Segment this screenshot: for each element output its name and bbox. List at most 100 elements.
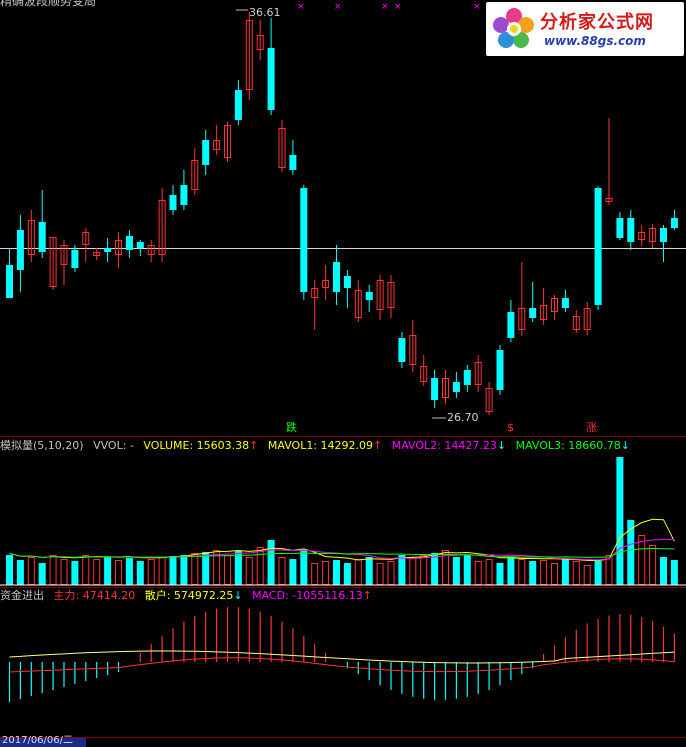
volume-bar — [104, 557, 112, 585]
volume-bar — [6, 555, 13, 585]
volume-bar — [660, 557, 667, 585]
candle-body — [496, 350, 504, 390]
macd-panel-header: 资金进出 主力: 47414.20 散户: 574972.25↓ MACD: -… — [0, 589, 372, 603]
volume-bar — [333, 560, 340, 585]
volume-bar — [485, 559, 493, 585]
volume-bar — [180, 555, 188, 585]
volume-bar — [594, 561, 602, 585]
cross-marker: × — [381, 2, 389, 12]
cross-marker: × — [297, 2, 305, 12]
candle-body — [267, 48, 275, 110]
volume-bar — [202, 552, 210, 585]
volume-bar — [82, 555, 90, 585]
watermark-url: www.88gs.com — [544, 34, 646, 48]
volume-bar — [267, 540, 275, 585]
volume-bar — [289, 559, 297, 585]
candle-body — [202, 140, 210, 165]
candle-body — [333, 262, 340, 292]
volume-bar — [16, 560, 24, 585]
candle-body — [71, 250, 79, 268]
volume-bar — [71, 561, 79, 585]
candle-body — [452, 382, 460, 392]
flower-logo-icon — [493, 8, 534, 48]
watermark-title: 分析家公式网 — [540, 12, 654, 33]
volume-bar — [670, 560, 678, 585]
volume-bar — [191, 553, 199, 585]
up-arrow-icon: ↑ — [373, 439, 383, 452]
volume-bar — [649, 545, 657, 585]
volume-bar — [49, 555, 57, 585]
volume-bar — [322, 561, 330, 585]
up-arrow-icon: ↑ — [362, 589, 372, 602]
volume-bar — [409, 557, 417, 585]
volume-ma-line — [9, 518, 675, 562]
macd-indicator-name: 资金进出 — [0, 589, 44, 602]
down-arrow-icon: ↓ — [496, 439, 507, 452]
candlestick-series — [6, 12, 678, 415]
volume-bar — [420, 555, 428, 585]
cross-marker: × — [334, 2, 342, 12]
volume-bar — [354, 559, 362, 585]
volume-bar — [93, 559, 101, 585]
signal-down-label: 跌 — [286, 421, 297, 434]
cross-marker: × — [473, 2, 481, 12]
volume-bar — [398, 555, 406, 585]
down-arrow-icon: ↓ — [233, 589, 243, 602]
candle-body — [169, 195, 177, 210]
volume-bar — [540, 560, 548, 585]
volume-bar — [605, 555, 613, 585]
top-markers: × × × × × — [297, 2, 481, 12]
volume-bar — [431, 553, 439, 585]
signal-dollar-label: $ — [507, 421, 514, 434]
volume-bar — [463, 555, 471, 585]
signal-up-label: 涨 — [586, 421, 597, 434]
volume-bar — [387, 561, 395, 585]
volume-bar — [158, 557, 166, 585]
volume-bar — [343, 563, 351, 585]
volume-panel-header: 模拟量(5,10,20) VVOL: - VOLUME: 15603.38↑ M… — [0, 439, 630, 453]
candle-body — [431, 378, 439, 400]
mavol1-value: MAVOL1: 14292.09 — [267, 439, 374, 452]
main-force-line — [9, 657, 675, 673]
chart-canvas[interactable]: × × × × × — [0, 0, 686, 747]
watermark-logo: 分析家公式网 www.88gs.com — [486, 2, 684, 56]
volume-bar — [474, 561, 482, 585]
down-arrow-icon: ↓ — [620, 439, 630, 452]
candle-body — [398, 338, 406, 362]
volume-bar — [627, 520, 635, 585]
candle-body — [234, 90, 242, 120]
mavol2-value: MAVOL2: 14427.23 — [391, 439, 497, 452]
macd-value: MACD: -1055116.13 — [252, 589, 363, 602]
volume-bar — [638, 535, 646, 585]
volume-value: VOLUME: 15603.38 — [143, 439, 250, 452]
volume-bar — [311, 563, 319, 585]
candle-body — [507, 312, 515, 338]
candle-body — [104, 248, 112, 252]
cross-marker: × — [394, 2, 402, 12]
volume-bar — [507, 557, 515, 585]
candle-body — [38, 222, 46, 252]
volume-indicator-name: 模拟量(5,10,20) — [0, 439, 84, 452]
mavol3-value: MAVOL3: 18660.78 — [515, 439, 621, 452]
volume-bar — [583, 565, 591, 585]
candle-body — [6, 265, 13, 298]
volume-bar — [234, 551, 242, 585]
volume-bar — [224, 555, 231, 585]
volume-ma-line — [9, 547, 675, 558]
volume-bar — [551, 563, 558, 585]
candle-body — [343, 276, 351, 288]
date-label: 2017/06/06/二 — [2, 735, 74, 746]
volume-bar — [169, 556, 177, 585]
volume-bar — [147, 559, 155, 585]
low-price-label: 26.70 — [447, 411, 479, 424]
candle-body — [627, 218, 635, 242]
candle-body — [463, 370, 471, 385]
volume-bar — [529, 561, 537, 585]
volume-bar — [572, 561, 580, 585]
candle-body — [300, 188, 308, 292]
volume-bar — [561, 559, 569, 585]
candle-body — [125, 236, 133, 250]
volume-bar — [115, 560, 122, 585]
candle-body — [529, 308, 537, 318]
volume-bar — [300, 550, 308, 585]
